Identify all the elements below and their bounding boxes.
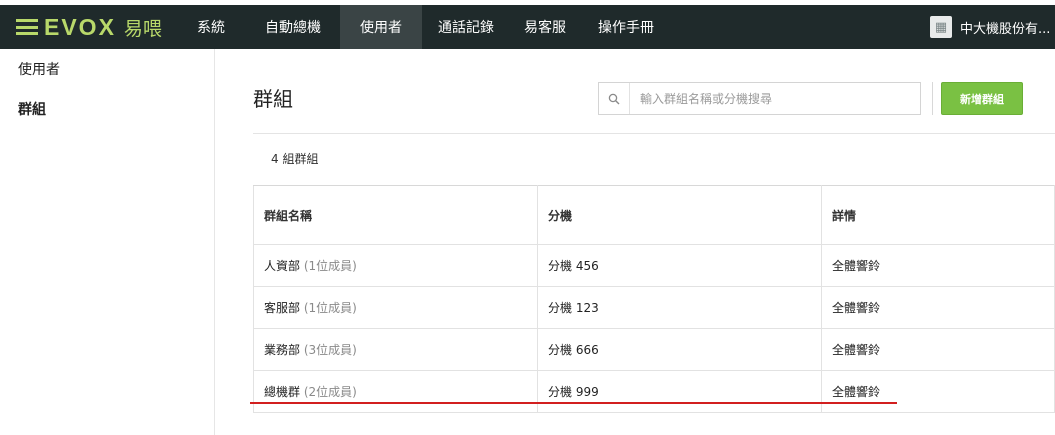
sidebar-item-groups[interactable]: 群組 (18, 99, 46, 119)
extension-cell: 分機 123 (537, 286, 822, 329)
nav-item-manual[interactable]: 操作手冊 (580, 5, 672, 49)
extension-cell: 分機 456 (537, 244, 822, 287)
nav-item-system[interactable]: 系統 (176, 5, 246, 49)
top-navigation-bar: EVOX 易喂 系統 自動總機 使用者 通話記錄 易客服 操作手冊 ▦ 中大機股… (0, 0, 1055, 49)
detail-cell: 全體響鈴 (821, 370, 1055, 413)
member-count: (2位成員) (303, 385, 357, 399)
search-input[interactable] (630, 84, 920, 113)
group-name[interactable]: 人資部 (264, 259, 300, 273)
sidebar-item-users[interactable]: 使用者 (18, 59, 60, 79)
nav-item-customer-service[interactable]: 易客服 (510, 5, 580, 49)
logo-mark-icon (16, 19, 38, 35)
column-header-details[interactable]: 詳情 (821, 185, 1055, 245)
table-header-row: 群組名稱 分機 詳情 (253, 185, 1055, 245)
add-group-button[interactable]: 新增群組 (941, 82, 1023, 115)
group-name[interactable]: 業務部 (264, 343, 300, 357)
detail-cell: 全體響鈴 (821, 328, 1055, 371)
search-box (598, 82, 921, 115)
groups-table: 群組名稱 分機 詳情 人資部 (1位成員) 分機 456 全體響鈴 客服部 (1… (253, 185, 1055, 413)
page-title: 群組 (253, 87, 293, 111)
sidebar: 使用者 群組 (0, 49, 215, 435)
column-header-group-name[interactable]: 群組名稱 (253, 185, 538, 245)
group-name[interactable]: 客服部 (264, 301, 300, 315)
building-icon: ▦ (930, 16, 952, 38)
logo-text: EVOX (44, 13, 116, 40)
table-row[interactable]: 客服部 (1位成員) 分機 123 全體響鈴 (253, 286, 1055, 329)
member-count: (1位成員) (303, 301, 357, 315)
main-content: 群組 新增群組 4 組群組 群組名稱 分機 詳情 人資部 (1位成員) 分機 4… (216, 49, 1055, 435)
header-divider (253, 133, 1055, 134)
detail-cell: 全體響鈴 (821, 286, 1055, 329)
company-name: 中大機股份有... (960, 21, 1051, 37)
logo-subtext: 易喂 (123, 17, 162, 40)
table-row[interactable]: 人資部 (1位成員) 分機 456 全體響鈴 (253, 244, 1055, 287)
extension-cell: 分機 999 (537, 370, 822, 413)
group-name-cell[interactable]: 總機群 (2位成員) (253, 370, 538, 413)
nav-item-call-records[interactable]: 通話記錄 (422, 5, 510, 49)
main-nav: 系統 自動總機 使用者 通話記錄 易客服 操作手冊 (176, 5, 672, 49)
table-row[interactable]: 總機群 (2位成員) 分機 999 全體響鈴 (253, 370, 1055, 413)
column-header-extension[interactable]: 分機 (537, 185, 822, 245)
toolbar-divider (932, 82, 933, 115)
nav-item-auto-attendant[interactable]: 自動總機 (246, 5, 340, 49)
group-name[interactable]: 總機群 (264, 385, 300, 399)
evox-logo[interactable]: EVOX 易喂 (16, 13, 162, 41)
group-name-cell[interactable]: 客服部 (1位成員) (253, 286, 538, 329)
extension-cell: 分機 666 (537, 328, 822, 371)
company-menu[interactable]: ▦ 中大機股份有... (930, 14, 1050, 40)
table-row[interactable]: 業務部 (3位成員) 分機 666 全體響鈴 (253, 328, 1055, 371)
annotation-underline (250, 402, 897, 404)
group-name-cell[interactable]: 人資部 (1位成員) (253, 244, 538, 287)
search-icon (599, 83, 630, 114)
member-count: (1位成員) (303, 259, 357, 273)
member-count: (3位成員) (303, 343, 357, 357)
group-name-cell[interactable]: 業務部 (3位成員) (253, 328, 538, 371)
group-count: 4 組群組 (271, 152, 319, 166)
nav-item-users[interactable]: 使用者 (340, 5, 422, 49)
detail-cell: 全體響鈴 (821, 244, 1055, 287)
